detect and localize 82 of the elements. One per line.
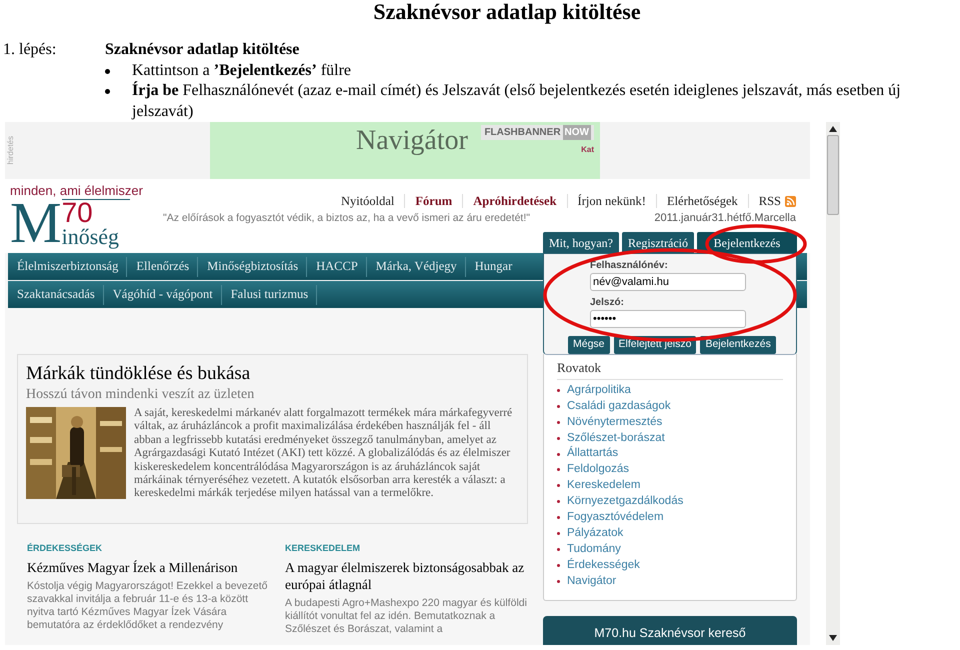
bullet-icon <box>557 580 560 583</box>
nav-item[interactable]: Hungar <box>466 257 520 276</box>
bullet-icon <box>557 404 560 408</box>
bullet-icon <box>557 436 560 440</box>
password-label: Jelszó: <box>590 297 624 309</box>
top-nav-link[interactable]: Fórum <box>415 192 452 211</box>
ad-corner-text: Kat <box>581 144 594 156</box>
bullet-icon <box>557 500 560 504</box>
nav-item[interactable]: Falusi turizmus <box>222 285 316 304</box>
section-link[interactable]: Családi gazdaságok <box>567 398 671 415</box>
search-box-title: M70.hu Szaknévsor kereső <box>594 625 746 642</box>
teaser-body: A budapesti Agro+Mashexpo 220 magyar és külföldi kiállítót vonultat fel az idén. Bemutatkoznak a Szőlészet és Borászat, valamint a <box>285 596 528 636</box>
bullet-icon <box>557 420 560 424</box>
section-link[interactable]: Fogyasztóvédelem <box>567 508 664 526</box>
scroll-up-icon[interactable] <box>829 126 837 132</box>
sections-title: Rovatok <box>557 358 783 380</box>
step-label: 1. lépés: <box>3 41 56 58</box>
scroll-down-icon[interactable] <box>829 635 837 641</box>
scrollbar-thumb[interactable] <box>827 135 839 215</box>
bullet-icon <box>557 388 560 392</box>
document-title: Szaknévsor adatlap kitöltése <box>373 0 641 26</box>
teaser-title: A magyar élelmiszerek biztonságosabbak az európai átlagnál <box>285 558 526 592</box>
ad-title: Navigátor <box>356 126 468 156</box>
section-link[interactable]: Érdekességek <box>567 556 640 574</box>
login-tab[interactable]: Mit, hogyan? <box>543 232 619 253</box>
nav-item[interactable]: Élelmiszerbiztonság <box>8 257 126 276</box>
username-label: Felhasználónév: <box>590 260 668 272</box>
bullet-icon <box>557 532 560 535</box>
logo-text: inőség <box>62 226 120 248</box>
ad-label: hirdetés <box>5 136 16 165</box>
login-form-button[interactable]: Mégse <box>568 336 610 354</box>
section-link[interactable]: Szőlészet-borászat <box>567 430 665 447</box>
login-tab[interactable]: Bejelentkezés <box>696 232 797 253</box>
logo-letter: M <box>10 198 62 248</box>
bullet-icon <box>557 468 560 472</box>
article-body: A saját, kereskedelmi márkanév alatt forgalmazott termékek mára márkafegyverré váltak, az áruházláncok a profit maximalizálása érdekében használják fel - áll abban a legfrissebb kutatási eredményeket összegző tanulmányban, amelyet az Agrárgazdasági Kutató Intézet (AKI) tett közzé. A globalizálódás és az élelmiszer kiskereskedelem koncentrálódása Magyarországon is az áruházláncok saját márkáinak térnyeréséhez vezetett. A kutatók elsősorban arra keresték a választ: a kereskedelmi márkák terjedése milyen hatással van a termelőkre. <box>134 407 514 501</box>
site-quote: "Az előírások a fogyasztót védik, a biztos az, ha a vevő ismeri az áru eredetét!" <box>163 210 530 226</box>
top-nav-link[interactable]: RSS <box>758 192 781 211</box>
article-title: Márkák tündöklése és bukása <box>26 363 250 385</box>
bullet-icon <box>557 484 560 488</box>
site-tagline: minden, ami élelmiszer <box>10 183 143 198</box>
section-link[interactable]: Növénytermesztés <box>567 414 662 431</box>
teaser-category: KERESKEDELEM <box>285 542 360 555</box>
article-subtitle: Hosszú távon mindenki veszít az üzleten <box>26 386 254 404</box>
instruction-text: Írja be Felhasználónevét (azaz e-mail címét) és Jelszavát (első bejelentkezés esetén ideiglenes jelszavát, más esetben új jelszavát) <box>132 81 902 122</box>
section-link[interactable]: Feldolgozás <box>567 461 630 479</box>
now-label: NOW <box>562 125 591 140</box>
top-nav-link[interactable]: Nyitóoldal <box>340 192 394 211</box>
bullet-icon <box>557 548 560 551</box>
section-link[interactable]: Környezetgazdálkodás <box>567 493 684 510</box>
logo-number: 70 <box>62 199 130 226</box>
nav-item[interactable]: HACCP <box>307 257 366 276</box>
section-link[interactable]: Pályázatok <box>567 524 624 542</box>
badge-label: FLASHBANNER <box>484 126 561 140</box>
teaser-body: Kóstolja végig Magyarországot! Ezekkel a bevezető szavakkal invitálja a február 11-e és 13-a között nyitva tartó Kézműves Magyar Ízek Vására bemutatóra az érdeklődőket a rendezvény <box>27 580 268 632</box>
password-field[interactable]: •••••• <box>590 310 746 328</box>
bullet-icon <box>557 516 560 520</box>
nav-item[interactable]: Ellenőrzés <box>127 257 198 276</box>
bullet-icon <box>105 89 110 94</box>
section-link[interactable]: Agrárpolitika <box>567 382 631 400</box>
login-form-button[interactable]: Bejelentkezés <box>700 336 776 354</box>
top-nav-link[interactable]: Elérhetőségek <box>666 192 738 211</box>
step-title: Szaknévsor adatlap kitöltése <box>105 40 300 60</box>
username-field[interactable]: név@valami.hu <box>590 273 746 291</box>
teaser-category: ÉRDEKESSÉGEK <box>27 542 102 555</box>
top-nav-link[interactable]: Apróhirdetések <box>473 192 557 211</box>
nav-item[interactable]: Vágóhíd - vágópont <box>104 285 221 304</box>
top-nav-link[interactable]: Írjon nekünk! <box>578 192 646 211</box>
section-link[interactable]: Kereskedelem <box>567 477 641 494</box>
section-link[interactable]: Navigátor <box>567 572 616 590</box>
nav-item[interactable]: Minőségbiztosítás <box>198 257 306 276</box>
rss-icon <box>785 196 796 207</box>
bullet-icon <box>557 452 560 456</box>
nav-item[interactable]: Szaktanácsadás <box>8 285 103 304</box>
instruction-text: Kattintson a ’Bejelentkezés’ fülre <box>132 60 352 80</box>
teaser-title: Kézműves Magyar Ízek a Millenárison <box>27 558 239 576</box>
bullet-icon <box>105 68 110 74</box>
date-text: 2011.január31.hétfő.Marcella <box>654 212 796 225</box>
section-link[interactable]: Tudomány <box>567 540 621 558</box>
section-link[interactable]: Állattartás <box>567 445 618 463</box>
nav-item[interactable]: Márka, Védjegy <box>366 257 465 276</box>
bullet-icon <box>557 564 560 567</box>
